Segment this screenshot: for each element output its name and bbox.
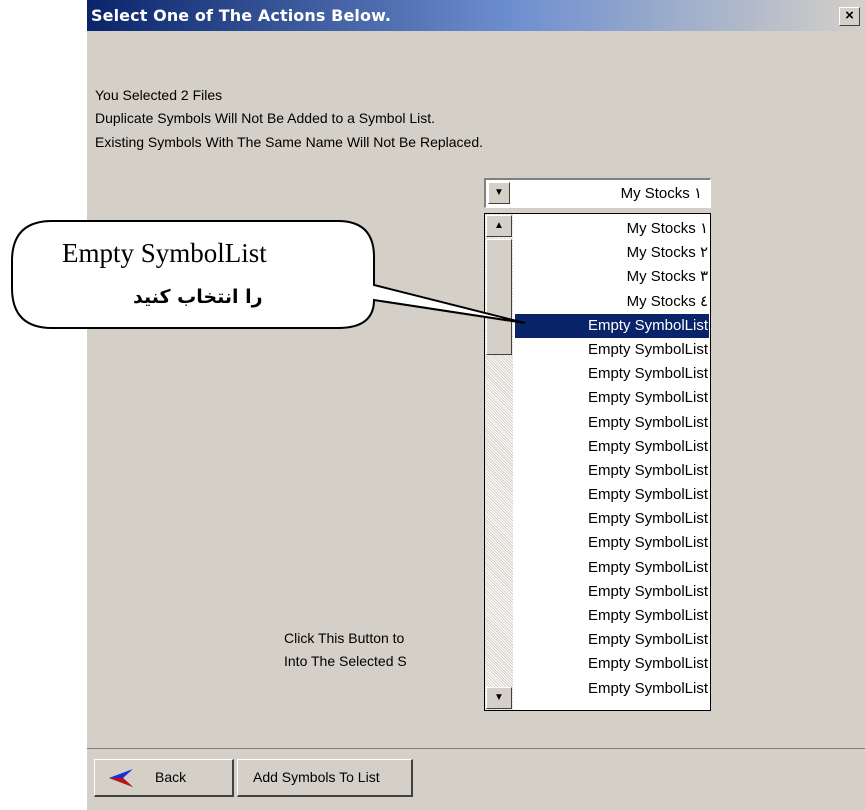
dropdown-option[interactable]: Empty SymbolList — [515, 556, 709, 580]
dropdown-option[interactable]: Empty SymbolList — [515, 435, 709, 459]
dropdown-option[interactable]: My Stocks ٢ — [515, 241, 709, 265]
close-icon: × — [845, 7, 854, 24]
dropdown-option[interactable]: Empty SymbolList — [515, 677, 709, 701]
dropdown-option[interactable]: Empty SymbolList — [515, 604, 709, 628]
dropdown-option[interactable]: Empty SymbolList — [515, 411, 709, 435]
dropdown-options: My Stocks ١ My Stocks ٢ My Stocks ٣ My Stoc… — [515, 217, 709, 701]
button-bar: Back Add Symbols To List — [87, 748, 865, 810]
back-button-label: Back — [155, 769, 187, 785]
window-title: Select One of The Actions Below. — [91, 6, 392, 25]
close-button[interactable]: × — [839, 7, 860, 26]
hint-line-1: Click This Button to — [284, 630, 405, 646]
dropdown-option[interactable]: Empty SymbolList — [515, 459, 709, 483]
combo-selected-value: My Stocks ١ — [620, 185, 702, 202]
dropdown-option[interactable]: My Stocks ٤ — [515, 290, 709, 314]
arrow-down-icon: ▼ — [494, 692, 504, 703]
dropdown-option[interactable]: Empty SymbolList — [515, 362, 709, 386]
add-symbols-button-label: Add Symbols To List — [253, 769, 380, 785]
callout-text-english: Empty SymbolList — [62, 238, 267, 268]
dropdown-option[interactable]: Empty SymbolList — [515, 531, 709, 555]
replace-warning-text: Existing Symbols With The Same Name Will… — [95, 134, 483, 150]
dropdown-option[interactable]: Empty SymbolList — [515, 507, 709, 531]
scroll-down-button[interactable]: ▼ — [486, 687, 512, 709]
dropdown-option[interactable]: Empty SymbolList — [515, 338, 709, 362]
dropdown-option[interactable]: My Stocks ٣ — [515, 265, 709, 289]
dropdown-option[interactable]: Empty SymbolList — [515, 483, 709, 507]
dropdown-option[interactable]: Empty SymbolList — [515, 580, 709, 604]
selected-files-text: You Selected 2 Files — [95, 87, 223, 103]
title-bar: Select One of The Actions Below. × — [87, 0, 865, 31]
dropdown-option[interactable]: Empty SymbolList — [515, 313, 709, 338]
dropdown-option[interactable]: My Stocks ١ — [515, 217, 709, 241]
callout-text-persian: را انتخاب کنید — [133, 286, 263, 308]
dropdown-option[interactable]: Empty SymbolList — [515, 386, 709, 410]
back-arrow-icon — [109, 769, 133, 787]
add-symbols-button[interactable]: Add Symbols To List — [237, 759, 413, 797]
actions-dialog: Select One of The Actions Below. × You S… — [87, 0, 865, 810]
hint-line-2: Into The Selected S — [284, 653, 407, 669]
back-button[interactable]: Back — [94, 759, 234, 797]
dropdown-option[interactable]: Empty SymbolList — [515, 652, 709, 676]
duplicate-warning-text: Duplicate Symbols Will Not Be Added to a… — [95, 110, 436, 126]
dropdown-option[interactable]: Empty SymbolList — [515, 628, 709, 652]
